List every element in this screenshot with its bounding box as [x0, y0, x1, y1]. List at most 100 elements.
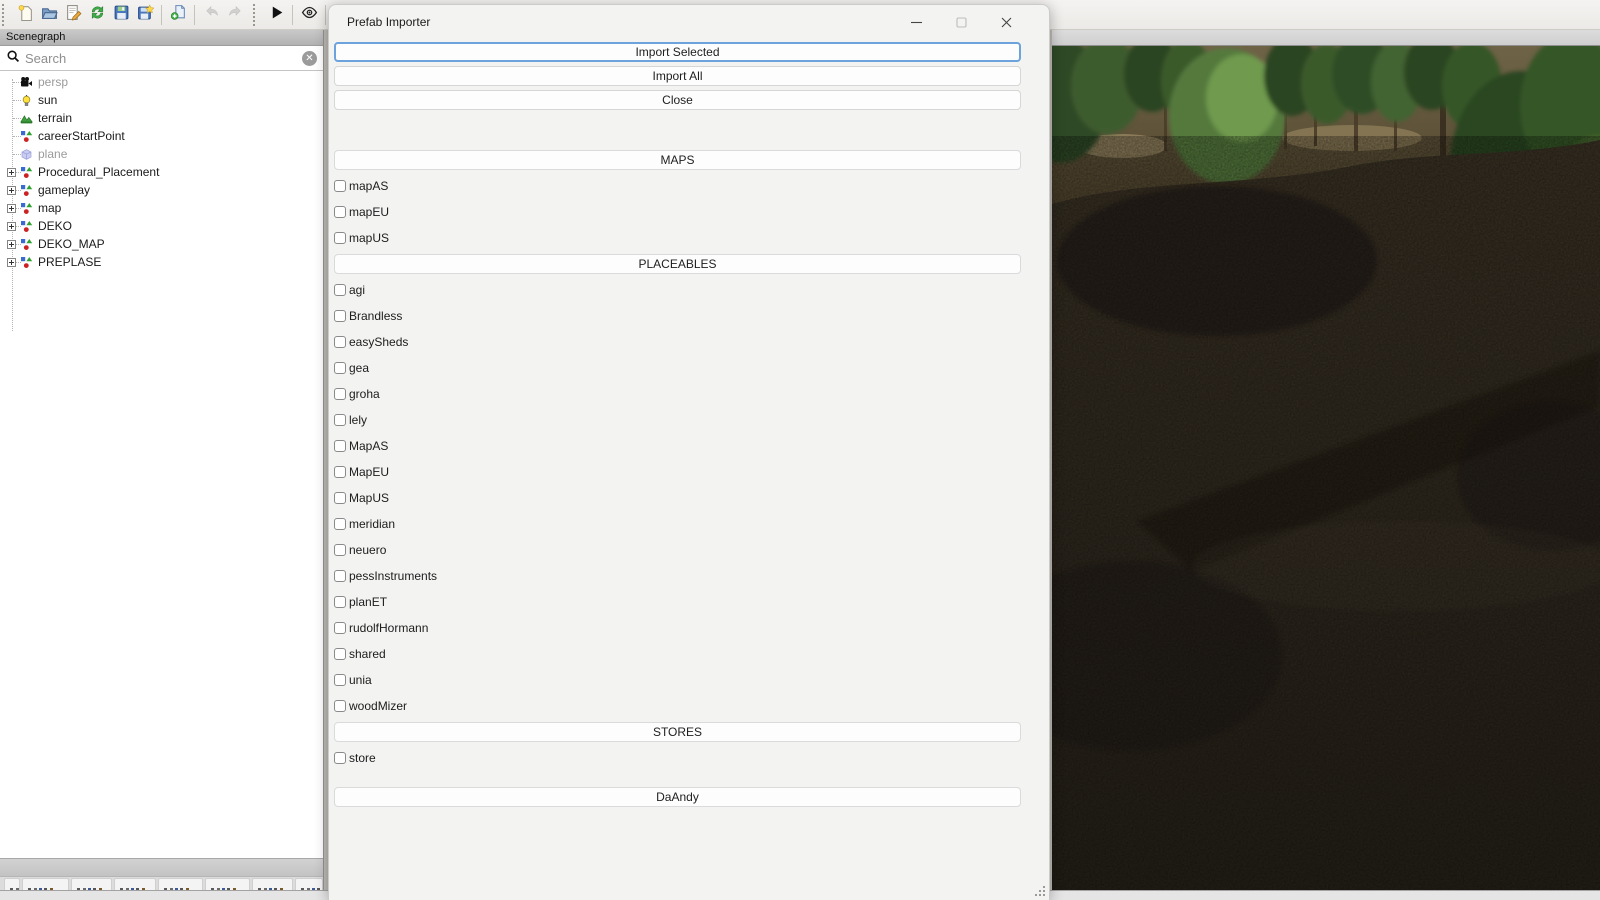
checkbox[interactable] — [334, 648, 346, 660]
prefab-item-row[interactable]: mapAS — [334, 173, 1021, 199]
tree-item-terrain[interactable]: terrain — [0, 109, 323, 127]
prefab-item-row[interactable]: pessInstruments — [334, 563, 1021, 589]
close-icon[interactable] — [984, 5, 1029, 39]
edit-script-button[interactable] — [61, 3, 85, 27]
tree-item-map[interactable]: map — [0, 199, 323, 217]
checkbox[interactable] — [334, 388, 346, 400]
checkbox[interactable] — [334, 518, 346, 530]
tree-item-plane[interactable]: plane — [0, 145, 323, 163]
checkbox[interactable] — [334, 206, 346, 218]
tree-item-careerStartPoint[interactable]: careerStartPoint — [0, 127, 323, 145]
light-icon — [20, 94, 34, 107]
checkbox[interactable] — [334, 362, 346, 374]
prefab-item-row[interactable]: agi — [334, 277, 1021, 303]
prefab-item-row[interactable]: planET — [334, 589, 1021, 615]
open-file-button[interactable] — [37, 3, 61, 27]
bottom-tab-stub[interactable] — [157, 878, 203, 890]
checkbox[interactable] — [334, 336, 346, 348]
toolbar-grip[interactable] — [2, 3, 9, 26]
bottom-tab-stub[interactable] — [70, 878, 113, 890]
tree-item-DEKO[interactable]: DEKO — [0, 217, 323, 235]
refresh-button[interactable] — [85, 3, 109, 27]
prefab-item-row[interactable]: MapAS — [334, 433, 1021, 459]
section-header-placeables[interactable]: PLACEABLES — [334, 254, 1021, 274]
tree-item-DEKO_MAP[interactable]: DEKO_MAP — [0, 235, 323, 253]
clear-search-icon[interactable]: ✕ — [302, 50, 317, 66]
redo-button[interactable] — [223, 3, 247, 27]
visibility-button[interactable] — [297, 3, 321, 27]
tree-item-Procedural_Placement[interactable]: Procedural_Placement — [0, 163, 323, 181]
section-header-daandy[interactable]: DaAndy — [334, 787, 1021, 807]
expand-icon[interactable] — [7, 257, 16, 267]
checkbox[interactable] — [334, 232, 346, 244]
prefab-item-row[interactable]: Brandless — [334, 303, 1021, 329]
checkbox[interactable] — [334, 674, 346, 686]
checkbox[interactable] — [334, 544, 346, 556]
checkbox[interactable] — [334, 440, 346, 452]
prefab-item-row[interactable]: store — [334, 745, 1021, 771]
import-file-button[interactable] — [166, 3, 190, 27]
prefab-item-row[interactable]: shared — [334, 641, 1021, 667]
save-button[interactable] — [109, 3, 133, 27]
expand-icon[interactable] — [7, 221, 16, 231]
checkbox[interactable] — [334, 596, 346, 608]
prefab-item-row[interactable]: unia — [334, 667, 1021, 693]
bottom-tab-stub[interactable] — [4, 878, 20, 890]
bottom-tab-stub[interactable] — [295, 878, 323, 890]
tree-item-gameplay[interactable]: gameplay — [0, 181, 323, 199]
prefab-item-row[interactable]: neuero — [334, 537, 1021, 563]
checkbox[interactable] — [334, 570, 346, 582]
prefab-item-row[interactable]: gea — [334, 355, 1021, 381]
prefab-item-row[interactable]: meridian — [334, 511, 1021, 537]
undo-button[interactable] — [199, 3, 223, 27]
prefab-item-row[interactable]: easySheds — [334, 329, 1021, 355]
bottom-tab-stub[interactable] — [204, 878, 251, 890]
transform-group-icon — [20, 130, 34, 143]
tree-item-PREPLASE[interactable]: PREPLASE — [0, 253, 323, 271]
toolbar-grip[interactable] — [253, 3, 260, 26]
checkbox[interactable] — [334, 752, 346, 764]
expand-icon[interactable] — [7, 203, 16, 213]
expand-icon[interactable] — [7, 185, 16, 195]
dialog-titlebar[interactable]: Prefab Importer — [329, 5, 1049, 39]
checkbox[interactable] — [334, 466, 346, 478]
checkbox[interactable] — [334, 700, 346, 712]
save-as-button[interactable] — [133, 3, 157, 27]
import-selected-button[interactable]: Import Selected — [334, 42, 1021, 62]
tree-connector — [7, 78, 16, 87]
prefab-item-row[interactable]: groha — [334, 381, 1021, 407]
checkbox[interactable] — [334, 492, 346, 504]
bottom-tab-stub[interactable] — [114, 878, 156, 890]
checkbox[interactable] — [334, 180, 346, 192]
bottom-tab-stub[interactable] — [252, 878, 294, 890]
section-header-stores[interactable]: STORES — [334, 722, 1021, 742]
resize-grip[interactable] — [1043, 894, 1045, 896]
prefab-item-row[interactable]: rudolfHormann — [334, 615, 1021, 641]
prefab-item-row[interactable]: mapEU — [334, 199, 1021, 225]
panel-divider — [0, 858, 323, 877]
checkbox[interactable] — [334, 622, 346, 634]
import-all-button[interactable]: Import All — [334, 66, 1021, 86]
checkbox[interactable] — [334, 284, 346, 296]
play-button[interactable] — [264, 3, 288, 27]
checkbox[interactable] — [334, 414, 346, 426]
tree-item-sun[interactable]: sun — [0, 91, 323, 109]
prefab-item-row[interactable]: MapEU — [334, 459, 1021, 485]
maximize-icon[interactable] — [939, 5, 984, 39]
expand-icon[interactable] — [7, 167, 16, 177]
tree-item-persp[interactable]: persp — [0, 73, 323, 91]
expand-icon[interactable] — [7, 239, 16, 249]
section-header-maps[interactable]: MAPS — [334, 150, 1021, 170]
checkbox[interactable] — [334, 310, 346, 322]
prefab-item-row[interactable]: MapUS — [334, 485, 1021, 511]
prefab-item-row[interactable]: mapUS — [334, 225, 1021, 251]
terrain-scene[interactable] — [1052, 46, 1600, 890]
viewport-3d[interactable] — [1052, 30, 1600, 890]
new-file-button[interactable] — [13, 3, 37, 27]
bottom-tab-stub[interactable] — [21, 878, 69, 890]
minimize-icon[interactable] — [894, 5, 939, 39]
close-button[interactable]: Close — [334, 90, 1021, 110]
search-input[interactable] — [25, 50, 297, 66]
prefab-item-row[interactable]: lely — [334, 407, 1021, 433]
prefab-item-row[interactable]: woodMizer — [334, 693, 1021, 719]
